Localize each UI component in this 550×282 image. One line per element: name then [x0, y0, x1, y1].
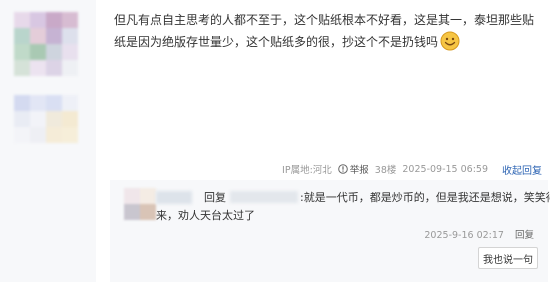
- user-avatar[interactable]: [14, 12, 78, 76]
- reply-text-2: 来，劝人天台太过了: [156, 209, 255, 222]
- post-meta: IP属地:河北 举报 38楼 2025-09-15 06:59 收起回复: [276, 160, 542, 178]
- post-time: 2025-09-15 06:59: [402, 163, 488, 175]
- ip-location: IP属地:河北: [282, 165, 332, 176]
- post-text: 但凡有点自主思考的人都不至于，这个贴纸根本不好看，这是其一，泰坦那些贴纸是因为绝…: [114, 13, 535, 49]
- reply-prefix: 回复: [204, 191, 226, 204]
- reply-avatar[interactable]: [124, 188, 156, 220]
- say-something-button[interactable]: 我也说一句: [478, 247, 538, 269]
- report-link[interactable]: 举报: [337, 162, 369, 176]
- floor-number: 38楼: [374, 165, 397, 176]
- post-main: 但凡有点自主思考的人都不至于，这个贴纸根本不好看，这是其一，泰坦那些贴纸是因为绝…: [96, 0, 550, 282]
- user-sidebar: [0, 0, 96, 282]
- reply-text-1: :就是一代币，都是炒币的，但是我还是想说，笑笑得: [300, 191, 550, 204]
- reply-line-1: 回复 :就是一代币，都是炒币的，但是我还是想说，笑笑得: [204, 189, 550, 207]
- reply-time: 2025-9-16 02:17: [424, 230, 504, 241]
- collapse-replies-link[interactable]: 收起回复: [502, 162, 542, 177]
- smile-icon: [440, 31, 460, 51]
- warning-icon: [337, 164, 348, 174]
- reply-meta: 2025-9-16 02:17 回复: [424, 227, 534, 241]
- reply-username[interactable]: [156, 191, 192, 204]
- post-content: 但凡有点自主思考的人都不至于，这个贴纸根本不好看，这是其一，泰坦那些贴纸是因为绝…: [114, 9, 540, 53]
- reply-link[interactable]: 回复: [515, 230, 534, 241]
- user-badge: [14, 95, 78, 143]
- reply-target-username[interactable]: [230, 191, 298, 203]
- report-label: 举报: [349, 165, 369, 176]
- reply-line-2: 来，劝人天台太过了: [156, 207, 255, 225]
- reply-panel: 回复 :就是一代币，都是炒币的，但是我还是想说，笑笑得 来，劝人天台太过了 202…: [110, 180, 550, 282]
